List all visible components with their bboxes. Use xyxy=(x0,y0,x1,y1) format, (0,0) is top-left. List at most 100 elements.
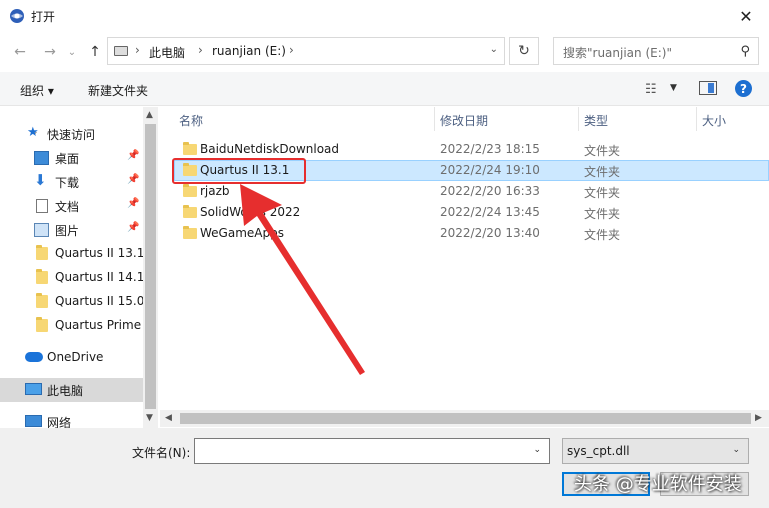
sidebar-this-pc[interactable]: 此电脑 xyxy=(0,378,143,402)
file-modified: 2022/2/24 19:10 xyxy=(440,163,540,177)
app-globe-icon xyxy=(10,9,24,23)
horizontal-scroll-thumb[interactable] xyxy=(180,413,751,424)
sidebar-label: 文档 xyxy=(55,200,80,214)
search-box[interactable]: 搜索"ruanjian (E:)" ⚲ xyxy=(553,37,759,65)
file-row[interactable]: rjazb 2022/2/20 16:33 文件夹 xyxy=(174,181,769,202)
file-modified: 2022/2/23 18:15 xyxy=(440,142,540,156)
picture-icon xyxy=(34,223,49,237)
sidebar-onedrive[interactable]: OneDrive xyxy=(0,346,143,370)
sidebar-item-desktop[interactable]: 桌面 📌 xyxy=(0,146,143,170)
sidebar-label: Quartus II 13.1 xyxy=(55,246,145,260)
refresh-button[interactable]: ↻ xyxy=(509,37,539,65)
title-bar: 打开 ✕ xyxy=(0,0,769,32)
sidebar-label: 图片 xyxy=(55,224,80,238)
breadcrumb-this-pc[interactable]: 此电脑 xyxy=(149,44,185,61)
refresh-icon: ↻ xyxy=(518,43,530,59)
folder-icon xyxy=(183,142,197,155)
file-modified: 2022/2/24 13:45 xyxy=(440,205,540,219)
address-dropdown-icon[interactable]: ⌄ xyxy=(490,44,498,55)
horizontal-scrollbar[interactable]: ◀ ▶ xyxy=(160,410,769,427)
file-name: BaiduNetdiskDownload xyxy=(200,142,340,156)
back-arrow-icon: ← xyxy=(14,44,26,60)
sidebar-scroll-thumb[interactable] xyxy=(145,124,156,409)
watermark: 头条 @专业软件安装 xyxy=(574,474,742,495)
sidebar-label: OneDrive xyxy=(47,350,104,364)
sidebar-item-downloads[interactable]: ⬇ 下载 📌 xyxy=(0,170,143,194)
sidebar-label: 下载 xyxy=(55,176,80,190)
close-button[interactable]: ✕ xyxy=(723,0,769,32)
scroll-up-icon[interactable]: ▲ xyxy=(146,110,153,120)
file-modified: 2022/2/20 16:33 xyxy=(440,184,540,198)
sidebar-label: Quartus II 15.0 xyxy=(55,294,145,308)
sidebar-item-quartus-15-0[interactable]: Quartus II 15.0 xyxy=(0,290,145,314)
folder-icon xyxy=(183,184,197,197)
chevron-right-icon[interactable]: › xyxy=(135,43,140,57)
column-header-name[interactable]: 名称 xyxy=(173,107,439,131)
chevron-down-icon: ⌄ xyxy=(67,46,77,58)
annotation-highlight-box xyxy=(172,158,306,184)
sidebar-label: 桌面 xyxy=(55,152,80,166)
filename-input[interactable]: ⌄ xyxy=(194,438,550,464)
back-button[interactable]: ← xyxy=(10,42,30,62)
file-type: 文件夹 xyxy=(584,207,621,221)
sidebar-label: Quartus Prime xyxy=(55,318,142,332)
pin-icon: 📌 xyxy=(127,222,140,233)
chevron-right-icon[interactable]: › xyxy=(198,43,203,57)
new-folder-button[interactable]: 新建文件夹 xyxy=(88,82,148,99)
scroll-right-icon[interactable]: ▶ xyxy=(755,413,762,423)
file-list: ⌃ 名称 修改日期 类型 大小 BaiduNetdiskDownload 202… xyxy=(160,107,769,429)
address-bar[interactable]: › 此电脑 › ruanjian (E:) › ⌄ xyxy=(107,37,505,65)
file-row[interactable]: WeGameApps 2022/2/20 13:40 文件夹 xyxy=(174,223,769,244)
file-row[interactable]: SolidWorks 2022 2022/2/24 13:45 文件夹 xyxy=(174,202,769,223)
organize-button[interactable]: 组织 ▾ xyxy=(20,82,54,99)
filetype-value: sys_cpt.dll xyxy=(567,444,630,458)
folder-icon xyxy=(183,205,197,218)
folder-icon xyxy=(183,226,197,239)
scroll-down-icon[interactable]: ▼ xyxy=(146,413,153,423)
close-icon: ✕ xyxy=(739,6,753,26)
drive-icon xyxy=(114,46,128,56)
recent-locations-button[interactable]: ⌄ xyxy=(62,42,82,62)
filename-label: 文件名(N): xyxy=(132,446,191,460)
sidebar-item-pictures[interactable]: 图片 📌 xyxy=(0,218,143,242)
forward-arrow-icon: → xyxy=(44,44,56,60)
file-name: rjazb xyxy=(200,184,230,198)
chevron-right-icon[interactable]: › xyxy=(289,43,294,57)
sidebar-label: 此电脑 xyxy=(47,384,84,398)
command-bar: 组织 ▾ 新建文件夹 ☷ ▼ ? xyxy=(0,72,769,106)
sidebar-item-quartus-prime[interactable]: Quartus Prime xyxy=(0,314,143,338)
view-dropdown-icon[interactable]: ▼ xyxy=(670,83,677,93)
breadcrumb-drive[interactable]: ruanjian (E:) xyxy=(212,44,286,58)
sidebar-label: 网络 xyxy=(47,416,72,429)
sidebar-quick-access[interactable]: ⌄ ★ 快速访问 xyxy=(0,122,143,146)
desktop-icon xyxy=(34,151,49,165)
view-options-icon[interactable]: ☷ xyxy=(645,82,657,97)
help-icon[interactable]: ? xyxy=(735,80,752,97)
file-modified: 2022/2/20 13:40 xyxy=(440,226,540,240)
sidebar-network[interactable]: 网络 xyxy=(0,410,143,429)
column-header-type[interactable]: 类型 xyxy=(578,107,696,131)
chevron-down-icon[interactable]: ⌄ xyxy=(533,445,541,455)
navigation-pane: ⌄ ★ 快速访问 桌面 📌 ⬇ 下载 📌 文档 📌 图片 📌 Quartus I… xyxy=(0,107,158,429)
column-header-modified[interactable]: 修改日期 xyxy=(434,107,578,131)
filetype-select[interactable]: sys_cpt.dll ⌄ xyxy=(562,438,749,464)
file-row[interactable]: BaiduNetdiskDownload 2022/2/23 18:15 文件夹 xyxy=(174,139,769,160)
forward-button[interactable]: → xyxy=(40,42,60,62)
star-icon: ★ xyxy=(27,125,39,140)
sidebar-item-documents[interactable]: 文档 📌 xyxy=(0,194,143,218)
sidebar-item-quartus-14-1[interactable]: Quartus II 14.1 xyxy=(0,266,144,290)
window-title: 打开 xyxy=(31,10,56,24)
search-input[interactable]: 搜索"ruanjian (E:)" xyxy=(563,44,672,61)
network-icon xyxy=(25,415,42,427)
sidebar-item-quartus-13-1[interactable]: Quartus II 13.1 xyxy=(0,242,145,266)
up-button[interactable]: ↑ xyxy=(85,42,105,62)
up-arrow-icon: ↑ xyxy=(89,44,101,60)
download-icon: ⬇ xyxy=(34,171,47,189)
preview-pane-icon[interactable] xyxy=(699,81,717,95)
sidebar-scrollbar[interactable]: ▲ ▼ xyxy=(143,107,158,429)
scroll-left-icon[interactable]: ◀ xyxy=(165,413,172,423)
search-icon: ⚲ xyxy=(740,44,750,59)
organize-label: 组织 xyxy=(20,84,45,98)
file-name: WeGameApps xyxy=(200,226,284,240)
column-header-size[interactable]: 大小 xyxy=(696,107,756,131)
